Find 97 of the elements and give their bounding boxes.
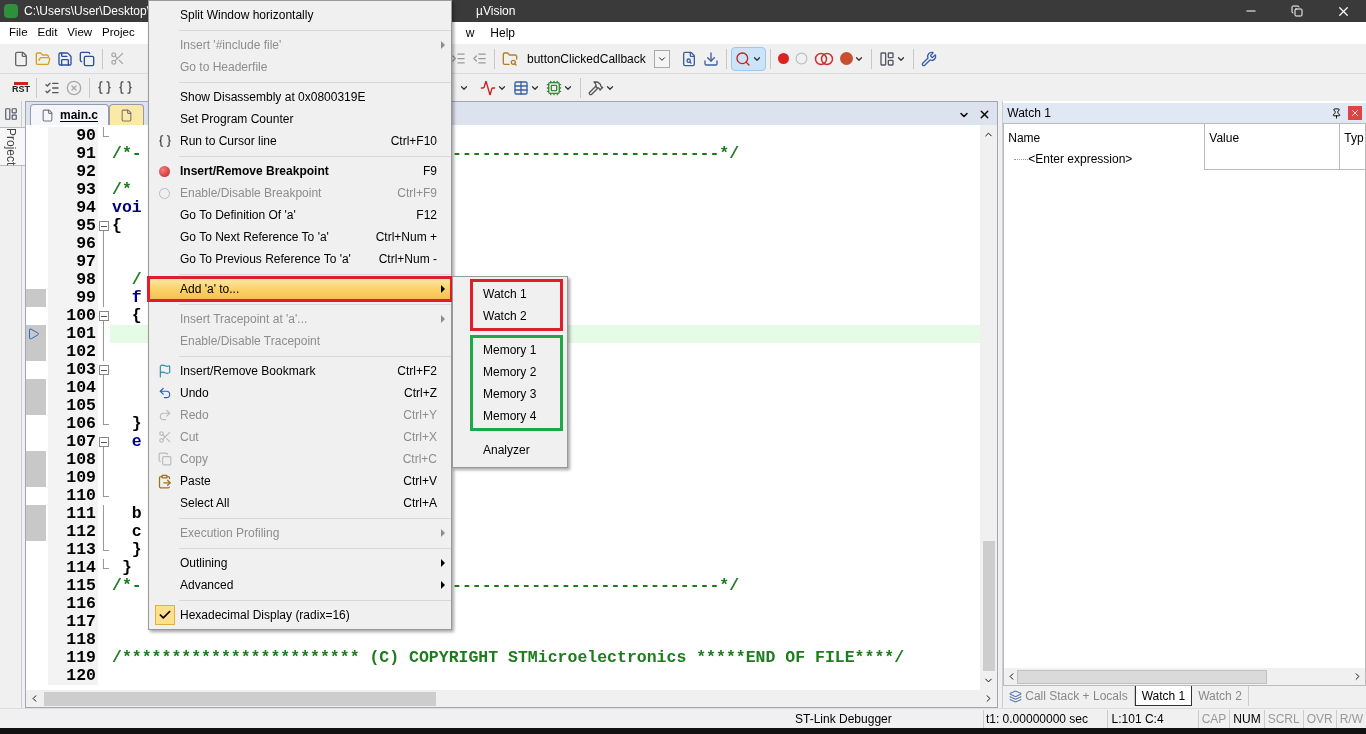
line-number: 105 — [48, 397, 98, 415]
line-number: 113 — [48, 541, 98, 559]
code-text: ---------------------------*/ — [452, 145, 740, 163]
status-text: t1: 0.00000000 sec — [982, 709, 1107, 728]
submenu-item[interactable]: Memory 3 — [473, 383, 560, 405]
line-number: 116 — [48, 595, 98, 613]
column-header[interactable]: Value — [1209, 129, 1240, 147]
code-text: ---------------------------*/ — [452, 577, 740, 595]
menu-item[interactable]: View — [62, 24, 98, 42]
menu-item[interactable]: File — [4, 24, 33, 42]
column-header[interactable]: Typ — [1344, 129, 1364, 147]
line-number: 119 — [48, 649, 98, 667]
line-number: 98 — [48, 271, 98, 289]
menu-item[interactable]: Select All Ctrl+A — [149, 492, 451, 514]
window-title: C:\Users\User\Desktop\ — [24, 3, 151, 20]
column-header[interactable]: Name — [1008, 129, 1041, 147]
status-text: L:101 C:4 — [1106, 709, 1198, 728]
window-title: µVision — [476, 3, 516, 20]
menu-item[interactable]: Undo Ctrl+Z — [149, 382, 451, 404]
submenu-item[interactable]: Memory 1 — [473, 339, 560, 361]
code-text: /* — [112, 180, 133, 199]
menu-item[interactable]: Help — [482, 24, 524, 42]
menu-item[interactable]: Set Program Counter — [149, 108, 451, 130]
menu-item[interactable]: Add 'a' to... — [149, 278, 451, 300]
line-number: 90 — [48, 127, 98, 145]
panel-title: Watch 1 — [1007, 105, 1051, 122]
code-text: voi — [112, 198, 142, 217]
menu-item[interactable]: Hexadecimal Display (radix=16) — [149, 604, 451, 626]
line-number: 108 — [48, 451, 98, 469]
line-number: 97 — [48, 253, 98, 271]
menu-item[interactable]: Go To Definition Of 'a' F12 — [149, 204, 451, 226]
code-text: { — [130, 306, 142, 325]
line-number: 114 — [48, 559, 98, 577]
reset-button[interactable]: RST — [10, 81, 32, 94]
line-number: 100 — [48, 307, 98, 325]
submenu-item[interactable]: Analyzer — [473, 439, 560, 461]
submenu-item[interactable]: Memory 4 — [473, 405, 560, 427]
line-number: 102 — [48, 343, 98, 361]
menu-item[interactable]: Paste Ctrl+V — [149, 470, 451, 492]
side-tab[interactable]: Project — [0, 127, 27, 167]
code-text: { — [112, 216, 122, 235]
menu-item[interactable]: Edit — [32, 24, 63, 42]
menu-item[interactable]: Outlining — [149, 552, 451, 574]
panel-tab[interactable]: Watch 1 — [1134, 686, 1193, 706]
status-indicator: OVR — [1302, 709, 1336, 728]
line-number: 112 — [48, 523, 98, 541]
status-indicator: CAP — [1197, 709, 1230, 728]
line-number: 120 — [48, 667, 98, 685]
line-number: 96 — [48, 235, 98, 253]
line-number: 93 — [48, 181, 98, 199]
menu-item[interactable]: Go To Next Reference To 'a' Ctrl+Num + — [149, 226, 451, 248]
menu-item[interactable]: Advanced — [149, 574, 451, 596]
status-indicator: NUM — [1229, 709, 1264, 728]
code-text: } — [131, 540, 142, 559]
line-number: 115 — [48, 577, 98, 595]
status-text: ST-Link Debugger — [795, 710, 893, 728]
line-number: 92 — [48, 163, 98, 181]
line-number: 106 — [48, 415, 98, 433]
menu-item[interactable]: Show Disassembly at 0x0800319E — [149, 86, 451, 108]
code-text: } — [120, 558, 132, 577]
line-number: 111 — [48, 505, 98, 523]
line-number: 91 — [48, 145, 98, 163]
code-text: b — [130, 504, 142, 523]
code-text: /*- — [112, 144, 142, 163]
line-number: 101 — [48, 325, 98, 343]
menu-item[interactable]: Go To Previous Reference To 'a' Ctrl+Num - — [149, 248, 451, 270]
menu-item[interactable]: Projec — [97, 24, 140, 42]
line-number: 94 — [48, 199, 98, 217]
status-indicator: SCRL — [1263, 709, 1303, 728]
code-text: / — [130, 270, 142, 289]
function-combo[interactable]: buttonClickedCallback — [527, 49, 646, 68]
menu-item[interactable]: Insert/Remove Breakpoint F9 — [149, 160, 451, 182]
line-number: 118 — [48, 631, 98, 649]
code-text: /*- — [112, 576, 142, 595]
file-tab[interactable]: main.c — [30, 104, 109, 125]
menu-item[interactable]: Run to Cursor line Ctrl+F10 — [149, 130, 451, 152]
line-number: 99 — [48, 289, 98, 307]
line-number: 110 — [48, 487, 98, 505]
status-indicator: R/W — [1335, 709, 1366, 728]
code-text: /************************ (C) COPYRIGHT STMicroelectronics *****END OF FILE****/ — [112, 648, 905, 667]
submenu-item[interactable]: Watch 1 — [473, 283, 560, 305]
menu-item[interactable]: Split Window horizontally — [149, 4, 451, 26]
submenu-item[interactable]: Memory 2 — [473, 361, 560, 383]
code-text: } — [130, 414, 142, 433]
expression-cell[interactable]: <Enter expression> — [1028, 150, 1133, 168]
menu-item[interactable]: Insert/Remove Bookmark Ctrl+F2 — [149, 360, 451, 382]
code-text: e — [130, 432, 142, 451]
code-text: f — [130, 288, 142, 307]
submenu-item[interactable]: Watch 2 — [473, 305, 560, 327]
line-number: 104 — [48, 379, 98, 397]
line-number: 107 — [48, 433, 98, 451]
line-number: 103 — [48, 361, 98, 379]
line-number: 117 — [48, 613, 98, 631]
line-number: 95 — [48, 217, 98, 235]
line-number: 109 — [48, 469, 98, 487]
menu-item[interactable]: w — [457, 24, 483, 42]
code-text: c — [130, 522, 142, 541]
